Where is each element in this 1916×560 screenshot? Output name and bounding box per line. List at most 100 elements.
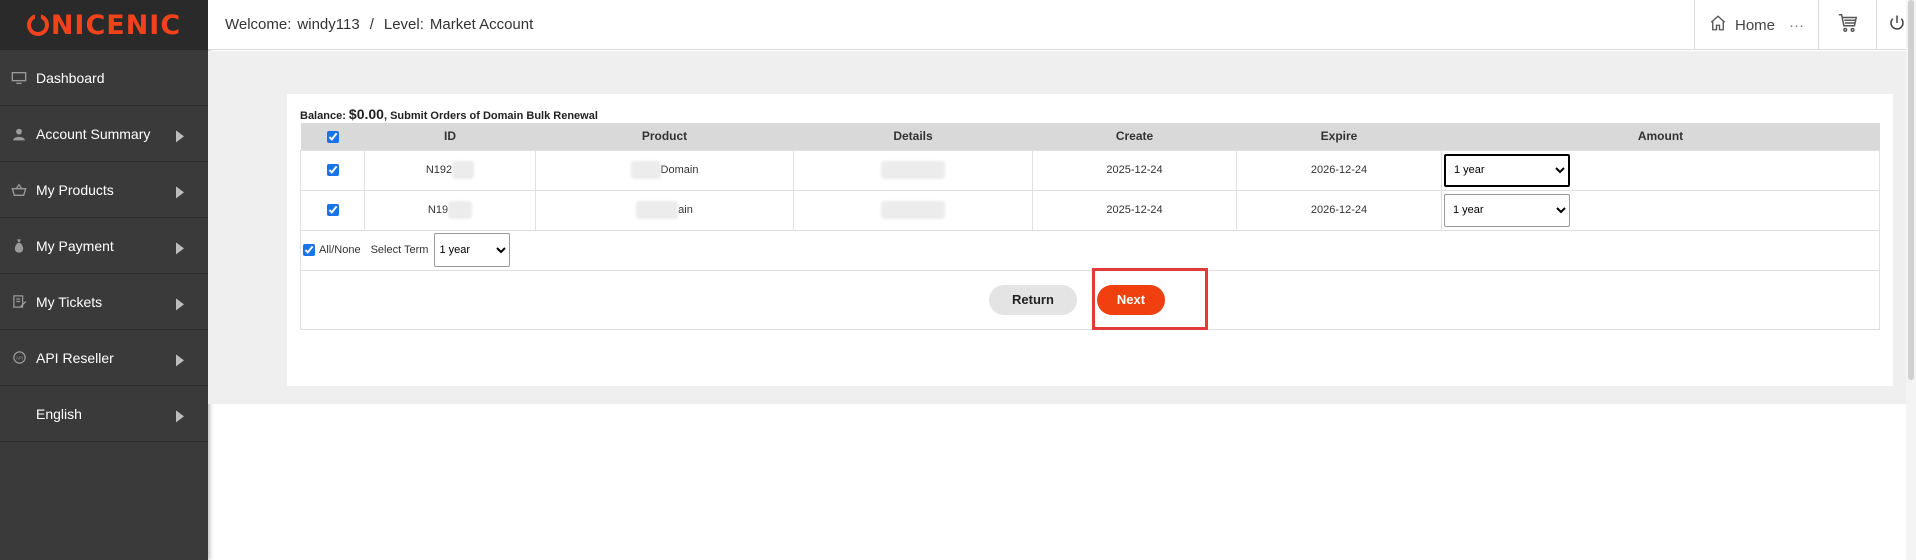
cart-button[interactable]	[1818, 0, 1876, 50]
redacted-text	[630, 161, 661, 179]
redacted-text	[881, 161, 945, 179]
ticket-edit-icon	[10, 293, 28, 311]
redacted-text	[448, 201, 473, 219]
redacted-text	[452, 161, 475, 179]
sidebar-item-my-tickets[interactable]: My Tickets	[0, 274, 208, 330]
expand-arrow-icon[interactable]	[176, 297, 184, 310]
product-cell: Domain	[535, 149, 794, 191]
sidebar-item-my-payment[interactable]: My Payment	[0, 218, 208, 274]
sidebar-item-label: Account Summary	[36, 125, 151, 142]
sidebar-item-dashboard[interactable]: Dashboard	[0, 50, 208, 106]
monitor-icon	[10, 69, 28, 87]
welcome-separator: /	[369, 16, 374, 33]
expand-arrow-icon[interactable]	[176, 353, 184, 366]
header-details: Details	[793, 123, 1033, 150]
api-icon: API	[10, 349, 28, 367]
details-cell	[793, 149, 1033, 191]
row-checkbox-cell	[300, 149, 365, 191]
power-logo-icon	[26, 11, 49, 36]
sidebar-item-label: My Payment	[36, 237, 114, 254]
sidebar-item-api-reseller[interactable]: API API Reseller	[0, 330, 208, 386]
highlight-annotation	[1092, 268, 1208, 330]
sidebar-item-label: My Tickets	[36, 293, 103, 310]
expand-arrow-icon[interactable]	[176, 409, 184, 422]
all-none-checkbox[interactable]	[303, 244, 315, 256]
welcome-label: Welcome:	[225, 16, 292, 33]
action-buttons: Return Next	[288, 284, 1866, 315]
money-bag-icon	[10, 237, 28, 255]
header-id: ID	[364, 123, 536, 150]
select-term-label: Select Term	[370, 244, 429, 256]
sidebar-item-label: My Products	[36, 181, 114, 198]
table-header-row: ID Product Details Create Expire Amount	[300, 123, 1880, 150]
header-select-all	[300, 123, 365, 150]
basket-icon	[10, 181, 28, 199]
user-icon	[10, 125, 28, 143]
renewal-table: ID Product Details Create Expire Amount …	[300, 123, 1880, 330]
row-checkbox[interactable]	[326, 204, 339, 217]
home-label: Home	[1734, 16, 1775, 34]
balance-suffix: , Submit Orders of Domain Bulk Renewal	[383, 110, 598, 122]
balance-label: Balance:	[300, 110, 346, 122]
row-id: N192	[425, 163, 453, 176]
sidebar-item-label: Dashboard	[36, 69, 105, 86]
row-create: 2025-12-24	[1032, 189, 1237, 231]
expand-arrow-icon[interactable]	[176, 241, 184, 254]
all-none-label[interactable]: All/None	[319, 244, 361, 256]
logo[interactable]: NICENIC	[0, 0, 208, 50]
sidebar-nav: Dashboard Account Summary My Products My Pa…	[0, 50, 208, 442]
sidebar: NICENIC Dashboard Account Summary My Produ…	[0, 0, 208, 560]
home-link[interactable]: Home ···	[1694, 0, 1818, 50]
amount-cell: 1 year	[1441, 149, 1880, 191]
details-cell	[793, 189, 1033, 231]
welcome-text: Welcome: windy113 / Level: Market Accoun…	[208, 16, 533, 33]
row-product: ain	[678, 203, 693, 216]
redacted-text	[636, 201, 679, 219]
balance-line: Balance: $0.00, Submit Orders of Domain …	[300, 106, 598, 122]
sidebar-item-my-products[interactable]: My Products	[0, 162, 208, 218]
bulk-controls-row: All/None Select Term 1 year	[300, 229, 1880, 271]
product-cell: ain	[535, 189, 794, 231]
action-row: Return Next	[300, 269, 1880, 330]
header-amount: Amount	[1441, 123, 1880, 150]
sidebar-item-english[interactable]: English	[0, 386, 208, 442]
logo-text: NICENIC	[26, 9, 182, 41]
return-button[interactable]: Return	[989, 284, 1077, 315]
scrollbar-thumb[interactable]	[1908, 0, 1914, 380]
row-checkbox-cell	[300, 189, 365, 231]
bulk-controls: All/None Select Term 1 year	[303, 233, 1879, 267]
bulk-controls-cell: All/None Select Term 1 year	[300, 229, 1880, 271]
top-header: Welcome: windy113 / Level: Market Accoun…	[208, 0, 1916, 50]
amount-select[interactable]: 1 year	[1444, 193, 1570, 227]
power-icon	[1888, 14, 1906, 37]
header-create: Create	[1032, 123, 1237, 150]
id-cell: N192	[364, 149, 536, 191]
select-all-checkbox[interactable]	[326, 131, 339, 144]
more-icon[interactable]: ···	[1789, 17, 1804, 34]
row-expire: 2026-12-24	[1236, 189, 1442, 231]
expand-arrow-icon[interactable]	[176, 129, 184, 142]
table-row: N19 ain 2025-12-24 2026-12-24 1 year	[300, 189, 1880, 231]
header-product: Product	[535, 123, 794, 150]
renewal-panel: Balance: $0.00, Submit Orders of Domain …	[287, 94, 1893, 386]
home-icon	[1709, 14, 1727, 36]
row-checkbox[interactable]	[326, 164, 339, 177]
balance-amount: $0.00	[348, 106, 384, 122]
header-actions: Home ···	[1694, 0, 1916, 50]
amount-select[interactable]: 1 year	[1444, 153, 1570, 187]
expand-arrow-icon[interactable]	[176, 185, 184, 198]
row-id: N19	[427, 203, 449, 216]
row-expire: 2026-12-24	[1236, 149, 1442, 191]
logo-wordmark: NICENIC	[50, 9, 182, 41]
blank-icon	[10, 405, 28, 423]
cart-icon	[1836, 12, 1860, 39]
scrollbar[interactable]	[1906, 0, 1916, 560]
sidebar-item-label: English	[36, 405, 82, 422]
amount-cell: 1 year	[1441, 189, 1880, 231]
action-cell: Return Next	[300, 269, 1880, 330]
id-cell: N19	[364, 189, 536, 231]
svg-text:API: API	[15, 355, 22, 360]
level-value: Market Account	[429, 16, 534, 33]
term-select[interactable]: 1 year	[434, 233, 511, 267]
sidebar-item-account-summary[interactable]: Account Summary	[0, 106, 208, 162]
